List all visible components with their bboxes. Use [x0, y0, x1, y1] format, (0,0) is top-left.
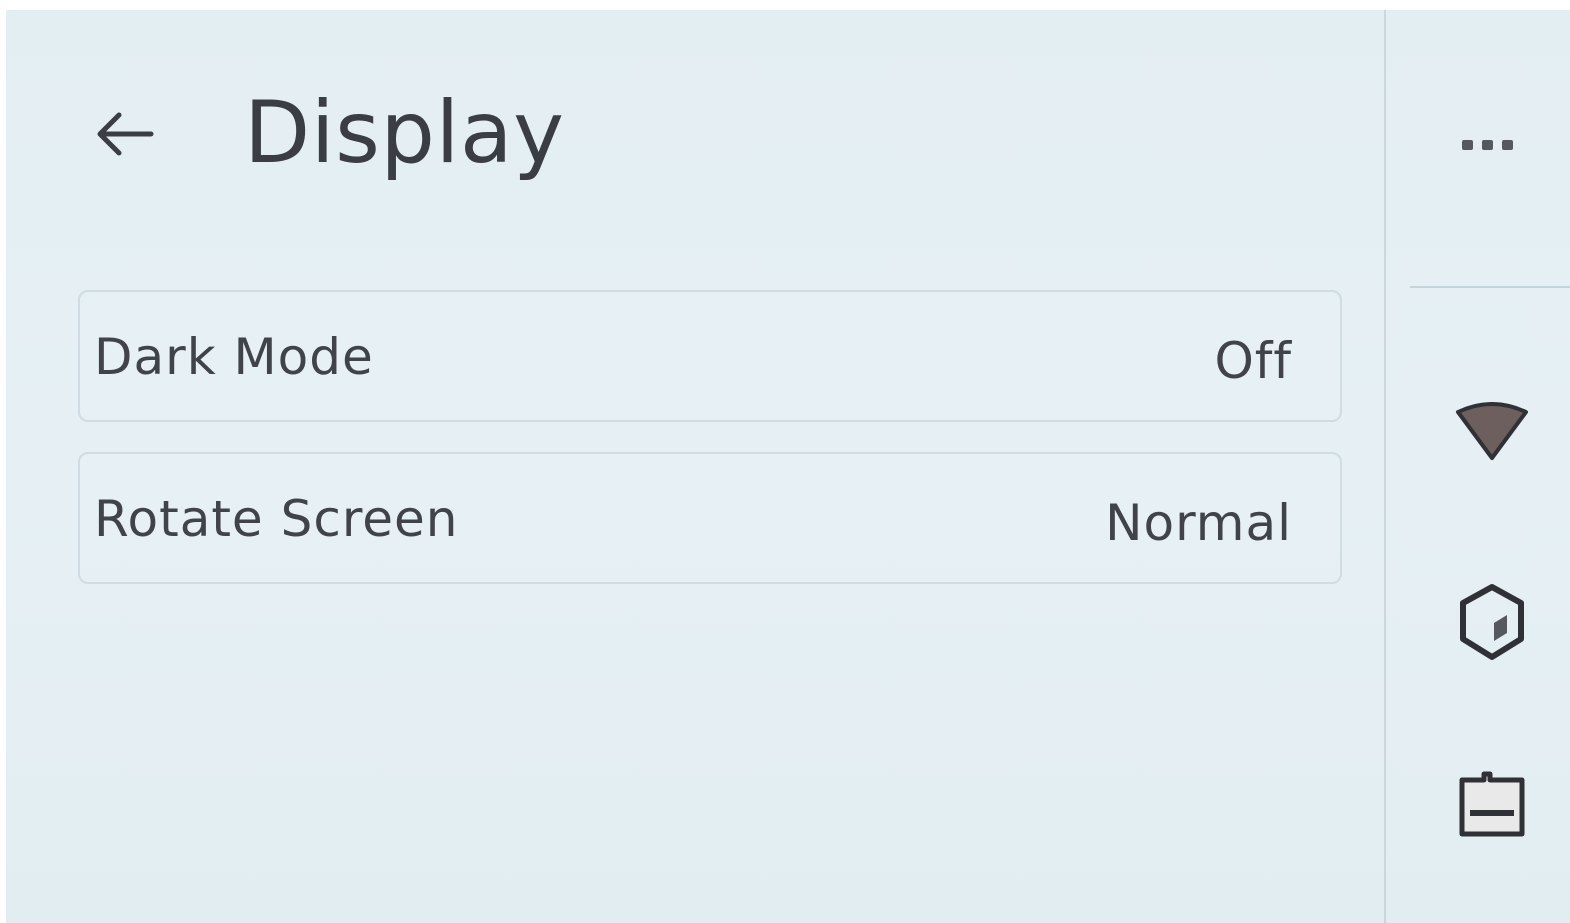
- cube-icon: [1454, 580, 1530, 664]
- main-panel: Display Dark Mode Off Rotate Screen Norm…: [6, 10, 1384, 923]
- status-rail: [1386, 10, 1570, 923]
- setting-value: Off: [1214, 332, 1292, 390]
- back-button[interactable]: [88, 102, 160, 166]
- arrow-left-icon: [97, 112, 154, 156]
- setting-label: Dark Mode: [94, 328, 374, 386]
- setting-value: Normal: [1105, 494, 1292, 552]
- storage-icon: [1452, 768, 1532, 844]
- rail-separator: [1410, 286, 1570, 288]
- setting-row-dark-mode[interactable]: Dark Mode Off: [78, 290, 1342, 422]
- setting-label: Rotate Screen: [94, 490, 459, 548]
- setting-row-rotate-screen[interactable]: Rotate Screen Normal: [78, 452, 1342, 584]
- page-title: Display: [244, 83, 565, 183]
- display-settings-screen: Display Dark Mode Off Rotate Screen Norm…: [6, 10, 1570, 923]
- more-icon[interactable]: [1456, 130, 1520, 160]
- wifi-icon: [1452, 400, 1532, 464]
